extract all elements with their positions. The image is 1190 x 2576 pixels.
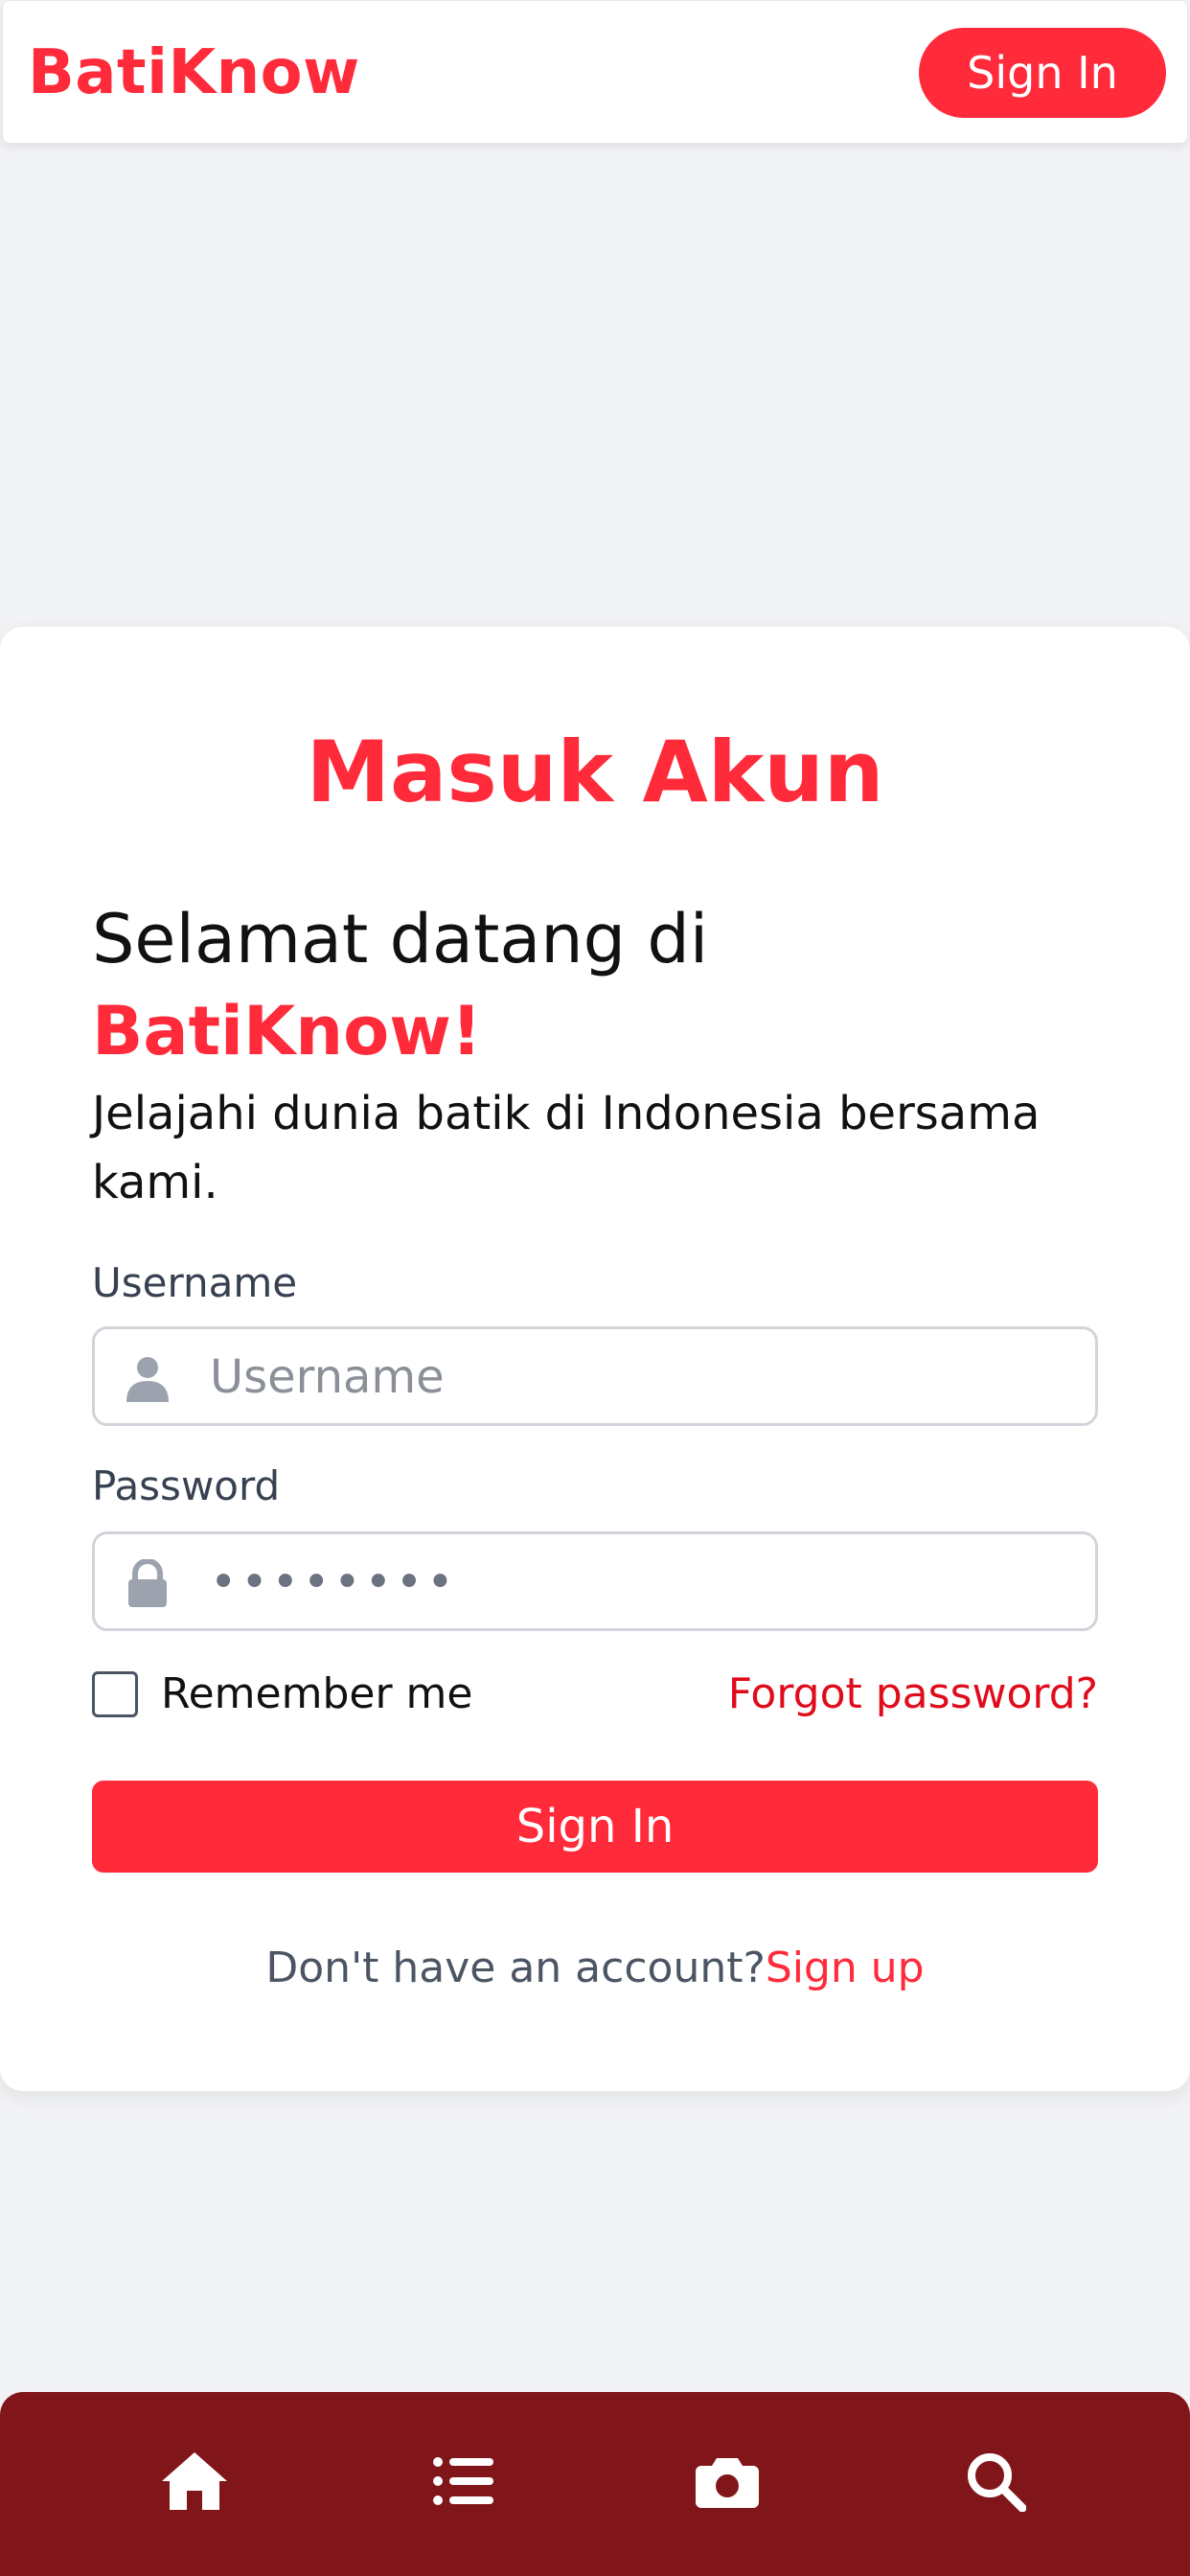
signup-row: Don't have an account?Sign up bbox=[0, 1944, 1190, 1992]
login-card: Masuk Akun Selamat datang di BatiKnow! J… bbox=[0, 627, 1190, 2091]
password-label: Password bbox=[92, 1462, 281, 1509]
search-icon bbox=[965, 2450, 1027, 2516]
sign-up-link[interactable]: Sign up bbox=[766, 1944, 925, 1992]
list-icon bbox=[432, 2454, 493, 2512]
bottom-nav bbox=[0, 2392, 1190, 2576]
username-input[interactable] bbox=[210, 1339, 1072, 1415]
welcome-brand: BatiKnow! bbox=[92, 992, 482, 1070]
top-bar: BatiKnow Sign In bbox=[2, 0, 1188, 144]
password-field[interactable] bbox=[92, 1531, 1098, 1631]
username-field[interactable] bbox=[92, 1326, 1098, 1426]
user-icon bbox=[124, 1354, 172, 1402]
username-label: Username bbox=[92, 1259, 298, 1306]
sign-in-button[interactable]: Sign In bbox=[92, 1781, 1098, 1873]
home-icon bbox=[160, 2450, 229, 2516]
page: BatiKnow Sign In Masuk Akun Selamat data… bbox=[0, 0, 1190, 2576]
password-input[interactable] bbox=[210, 1544, 1072, 1621]
remember-me-checkbox[interactable] bbox=[92, 1671, 138, 1717]
forgot-password-link[interactable]: Forgot password? bbox=[728, 1669, 1098, 1718]
nav-search-button[interactable] bbox=[952, 2440, 1039, 2526]
brand-logo[interactable]: BatiKnow bbox=[28, 37, 360, 108]
nav-home-button[interactable] bbox=[151, 2440, 238, 2526]
remember-me-label[interactable]: Remember me bbox=[161, 1669, 472, 1718]
nav-camera-button[interactable] bbox=[684, 2440, 770, 2526]
signup-prompt: Don't have an account? bbox=[265, 1944, 766, 1992]
camera-icon bbox=[696, 2454, 759, 2512]
header-sign-in-button[interactable]: Sign In bbox=[919, 28, 1166, 118]
welcome-subtitle: Jelajahi dunia batik di Indonesia bersam… bbox=[92, 1087, 1041, 1209]
lock-icon bbox=[124, 1558, 172, 1607]
nav-list-button[interactable] bbox=[420, 2440, 506, 2526]
page-title: Masuk Akun bbox=[306, 723, 884, 821]
welcome-heading: Selamat datang di bbox=[92, 900, 709, 978]
